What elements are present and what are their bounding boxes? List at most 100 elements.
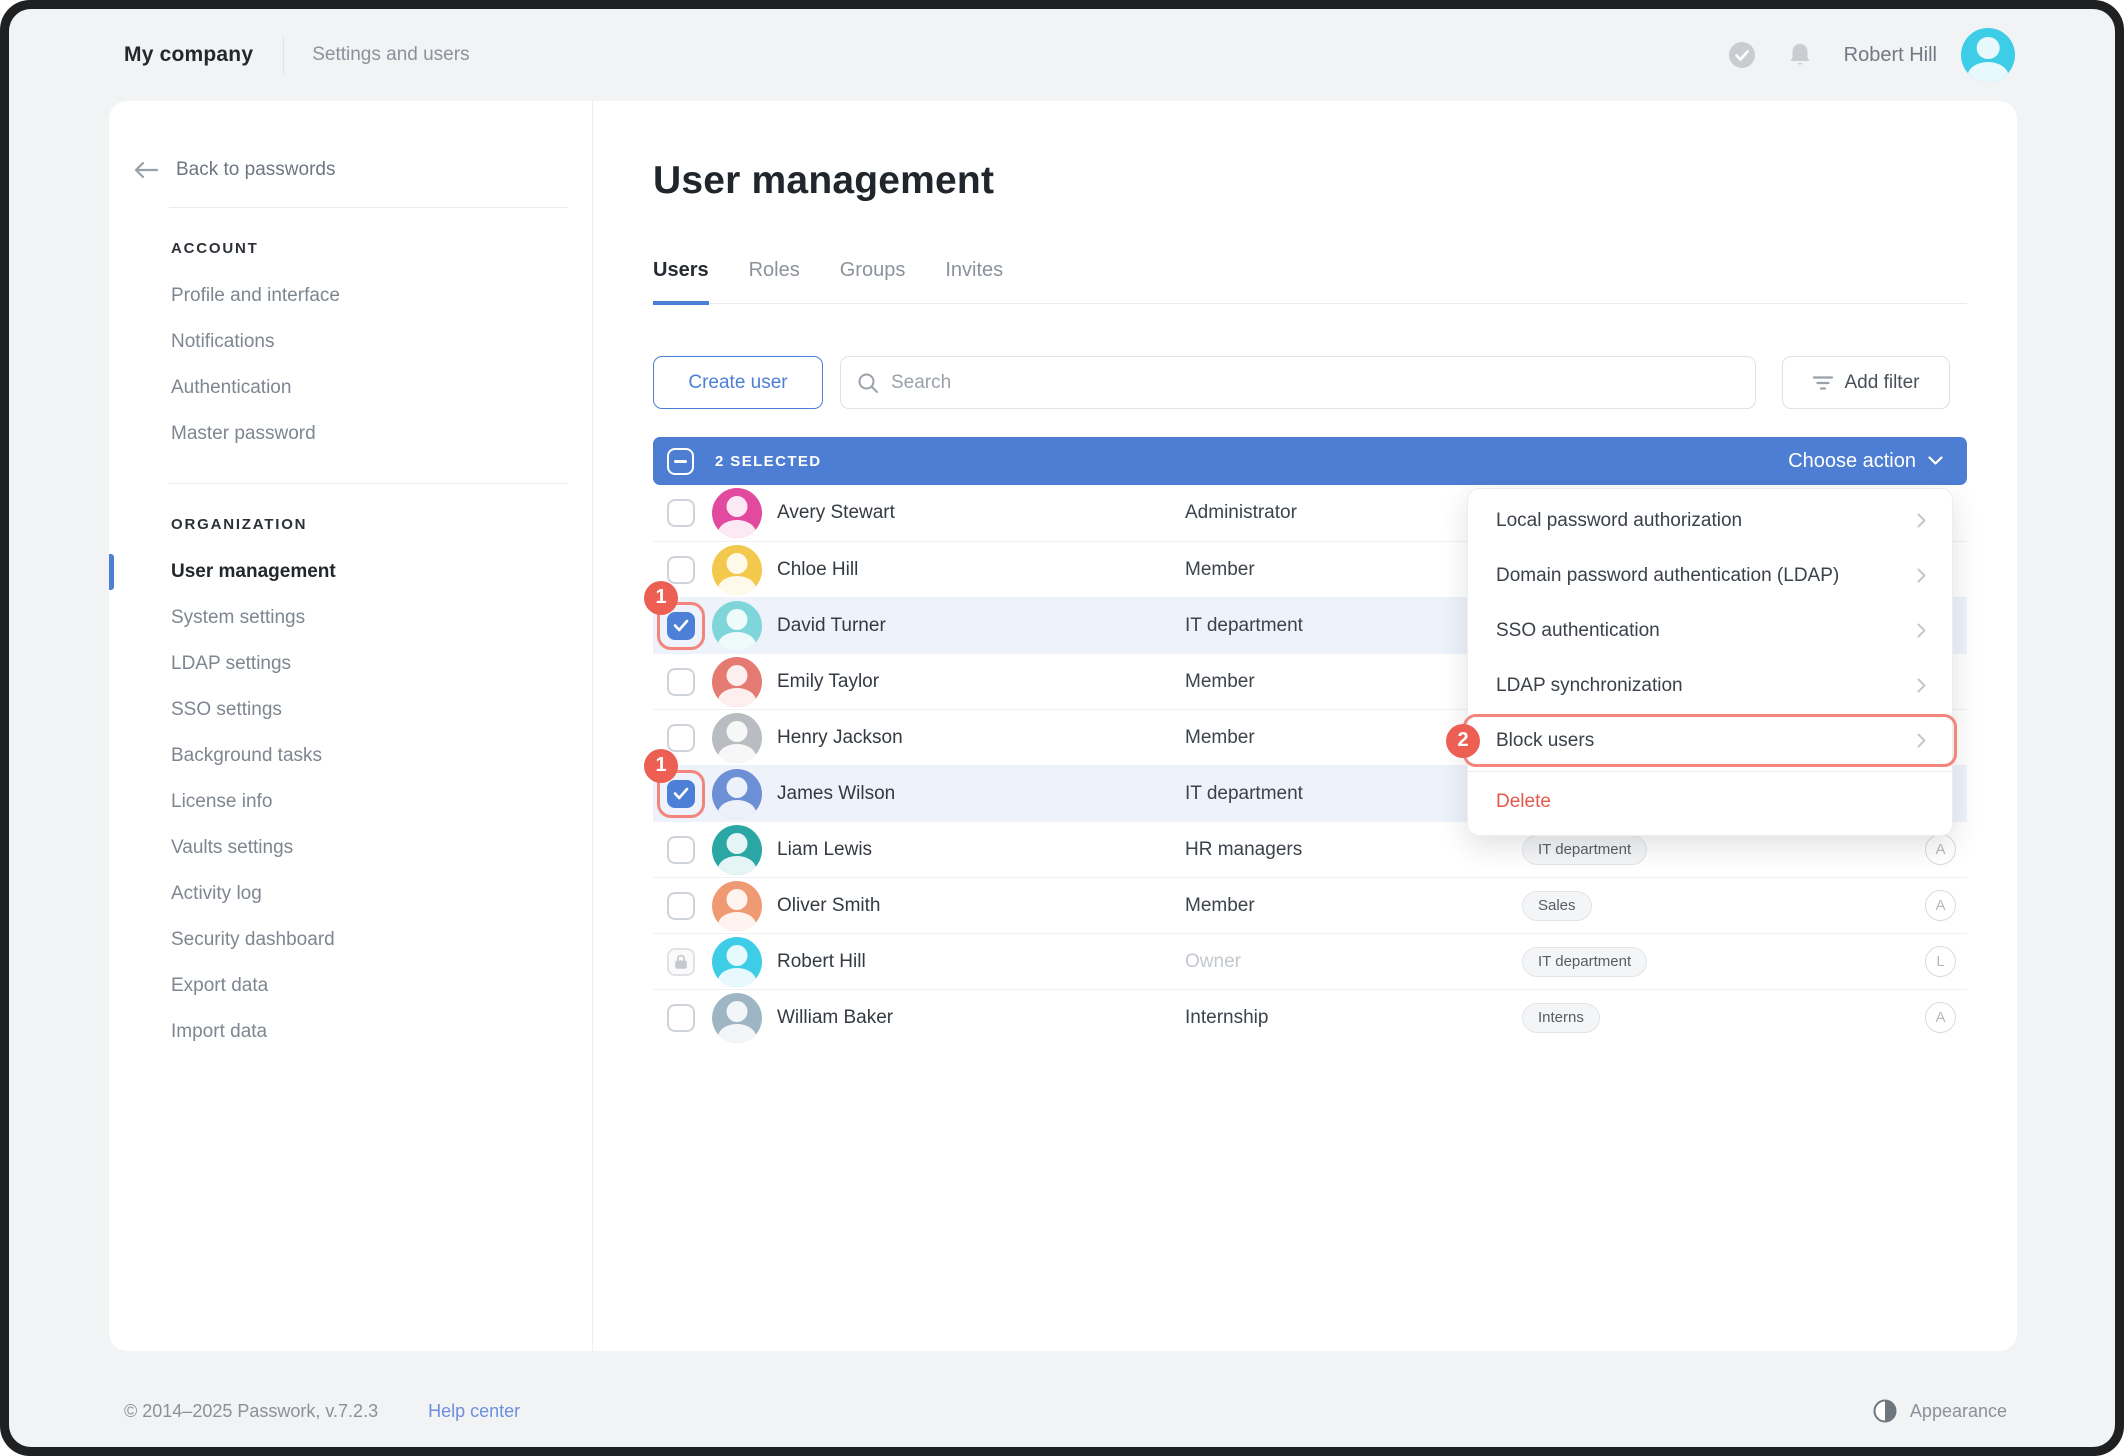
search-input[interactable] bbox=[891, 372, 1739, 394]
lock-icon bbox=[674, 954, 688, 970]
sidebar-item-authentication[interactable]: Authentication bbox=[109, 365, 592, 411]
sidebar-item-background-tasks[interactable]: Background tasks bbox=[109, 733, 592, 779]
add-filter-label: Add filter bbox=[1845, 372, 1920, 394]
back-arrow-icon bbox=[134, 161, 158, 179]
user-role: Member bbox=[1185, 727, 1255, 749]
row-checkbox[interactable] bbox=[667, 556, 695, 584]
status-check-icon[interactable] bbox=[1728, 41, 1756, 69]
menu-item-label: Domain password authentication (LDAP) bbox=[1496, 565, 1839, 587]
table-row[interactable]: William Baker Internship Interns A bbox=[653, 989, 1967, 1045]
menu-item-delete[interactable]: Delete bbox=[1468, 777, 1952, 827]
tab-groups[interactable]: Groups bbox=[840, 259, 906, 303]
annotation-step-badge: 1 bbox=[644, 749, 678, 783]
user-role: Administrator bbox=[1185, 502, 1297, 524]
user-group-tag: Sales bbox=[1522, 891, 1592, 921]
choose-action-menu: Local password authorization Domain pass… bbox=[1467, 488, 1953, 836]
content-card: Back to passwords ACCOUNT Profile and in… bbox=[109, 101, 2017, 1351]
sidebar-item-profile-and-interface[interactable]: Profile and interface bbox=[109, 273, 592, 319]
sidebar-item-export-data[interactable]: Export data bbox=[109, 963, 592, 1009]
menu-item-label: SSO authentication bbox=[1496, 620, 1660, 642]
user-auth-type-icon: A bbox=[1925, 1002, 1956, 1033]
user-role: Member bbox=[1185, 895, 1255, 917]
selected-count: 2 SELECTED bbox=[715, 453, 822, 470]
tab-users[interactable]: Users bbox=[653, 259, 709, 305]
chevron-down-icon bbox=[1928, 456, 1943, 466]
check-icon bbox=[673, 619, 689, 632]
sidebar-item-sso-settings[interactable]: SSO settings bbox=[109, 687, 592, 733]
sidebar-item-master-password[interactable]: Master password bbox=[109, 411, 592, 457]
topbar-breadcrumb: Settings and users bbox=[312, 44, 469, 66]
appearance-icon bbox=[1873, 1399, 1897, 1423]
row-checkbox[interactable] bbox=[667, 892, 695, 920]
user-name: Emily Taylor bbox=[777, 671, 879, 693]
chevron-right-icon bbox=[1917, 568, 1926, 583]
annotation-step-badge: 1 bbox=[644, 581, 678, 615]
user-name: Henry Jackson bbox=[777, 727, 903, 749]
sidebar-item-activity-log[interactable]: Activity log bbox=[109, 871, 592, 917]
sidebar-item-license-info[interactable]: License info bbox=[109, 779, 592, 825]
search-icon bbox=[857, 372, 879, 394]
menu-item-sso-authentication[interactable]: SSO authentication bbox=[1468, 603, 1952, 658]
choose-action-label: Choose action bbox=[1788, 450, 1916, 473]
avatar bbox=[712, 657, 762, 707]
sidebar-item-system-settings[interactable]: System settings bbox=[109, 595, 592, 641]
menu-item-domain-password-authentication-ldap[interactable]: Domain password authentication (LDAP) bbox=[1468, 548, 1952, 603]
choose-action-button[interactable]: Choose action bbox=[1788, 450, 1943, 473]
user-name: William Baker bbox=[777, 1007, 893, 1029]
user-name: Oliver Smith bbox=[777, 895, 880, 917]
topbar-divider bbox=[283, 36, 284, 74]
row-checkbox[interactable] bbox=[667, 780, 695, 808]
menu-divider bbox=[1468, 771, 1952, 772]
sidebar-item-user-management[interactable]: User management bbox=[109, 549, 592, 595]
app-page: My company Settings and users Robert Hil… bbox=[9, 9, 2115, 1447]
user-group-tag: IT department bbox=[1522, 835, 1647, 865]
check-icon bbox=[673, 787, 689, 800]
table-row[interactable]: Oliver Smith Member Sales A bbox=[653, 877, 1967, 933]
menu-item-label: LDAP synchronization bbox=[1496, 675, 1683, 697]
sidebar-item-vaults-settings[interactable]: Vaults settings bbox=[109, 825, 592, 871]
row-checkbox[interactable] bbox=[667, 836, 695, 864]
menu-item-local-password-authorization[interactable]: Local password authorization bbox=[1468, 493, 1952, 548]
menu-item-label: Local password authorization bbox=[1496, 510, 1742, 532]
user-role: Internship bbox=[1185, 1007, 1268, 1029]
sidebar-item-ldap-settings[interactable]: LDAP settings bbox=[109, 641, 592, 687]
row-checkbox[interactable] bbox=[667, 1004, 695, 1032]
user-name: James Wilson bbox=[777, 783, 895, 805]
user-auth-type-icon: A bbox=[1925, 890, 1956, 921]
row-checkbox[interactable] bbox=[667, 668, 695, 696]
user-name: Chloe Hill bbox=[777, 559, 858, 581]
current-user-name: Robert Hill bbox=[1844, 44, 1937, 67]
avatar[interactable] bbox=[1961, 28, 2015, 82]
help-center-link[interactable]: Help center bbox=[428, 1401, 520, 1422]
menu-item-ldap-synchronization[interactable]: LDAP synchronization bbox=[1468, 658, 1952, 713]
selection-bar: 2 SELECTED Choose action bbox=[653, 437, 1967, 485]
sidebar-item-security-dashboard[interactable]: Security dashboard bbox=[109, 917, 592, 963]
user-group-tag: Interns bbox=[1522, 1003, 1600, 1033]
add-filter-button[interactable]: Add filter bbox=[1782, 356, 1950, 409]
row-checkbox[interactable] bbox=[667, 612, 695, 640]
tab-roles[interactable]: Roles bbox=[749, 259, 800, 303]
sidebar-item-import-data[interactable]: Import data bbox=[109, 1009, 592, 1055]
row-checkbox[interactable] bbox=[667, 499, 695, 527]
chevron-right-icon bbox=[1917, 733, 1926, 748]
avatar bbox=[712, 825, 762, 875]
avatar bbox=[712, 601, 762, 651]
user-group-tag: IT department bbox=[1522, 947, 1647, 977]
appearance-toggle[interactable]: Appearance bbox=[1873, 1399, 2007, 1423]
footer: © 2014–2025 Passwork, v.7.2.3 Help cente… bbox=[124, 1389, 2007, 1433]
create-user-button[interactable]: Create user bbox=[653, 356, 823, 409]
top-bar: My company Settings and users Robert Hil… bbox=[9, 9, 2115, 101]
back-label: Back to passwords bbox=[176, 159, 335, 181]
tab-invites[interactable]: Invites bbox=[945, 259, 1003, 303]
avatar bbox=[712, 769, 762, 819]
row-checkbox[interactable] bbox=[667, 724, 695, 752]
bell-icon[interactable] bbox=[1786, 41, 1814, 69]
table-row[interactable]: Robert Hill Owner IT department L bbox=[653, 933, 1967, 989]
window-frame: My company Settings and users Robert Hil… bbox=[0, 0, 2124, 1456]
avatar bbox=[712, 937, 762, 987]
menu-item-block-users[interactable]: Block users 2 bbox=[1468, 713, 1952, 768]
select-all-checkbox[interactable] bbox=[667, 448, 694, 475]
sidebar: Back to passwords ACCOUNT Profile and in… bbox=[109, 101, 593, 1351]
back-to-passwords-link[interactable]: Back to passwords bbox=[134, 159, 592, 181]
sidebar-item-notifications[interactable]: Notifications bbox=[109, 319, 592, 365]
